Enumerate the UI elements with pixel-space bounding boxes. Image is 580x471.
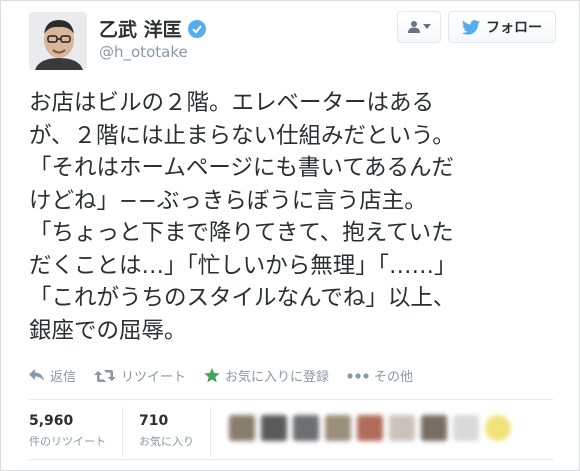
avatar-photo [29, 12, 87, 70]
user-actions-button[interactable] [397, 11, 441, 43]
user-avatar-thumb[interactable] [229, 415, 255, 441]
more-label: その他 [374, 370, 414, 385]
retweet-count: 5,960 [29, 413, 74, 429]
user-icon [408, 21, 420, 33]
tweet-text-line: お店はビルの２階。エレベーターはある [29, 90, 435, 116]
more-button[interactable]: その他 [347, 366, 413, 385]
favoriters-avatars [229, 415, 511, 441]
ellipsis-icon [347, 372, 369, 379]
user-avatar-thumb[interactable] [421, 415, 447, 441]
tweet-card: 乙武 洋匡 @h_ototake フォロー お店はビルの２階。エレベーターはある… [0, 0, 580, 471]
retweet-count-label: 件のリツイート [29, 435, 106, 448]
follow-button-label: フォロー [486, 20, 542, 36]
twitter-bird-icon [462, 19, 480, 35]
avatar[interactable] [29, 12, 87, 70]
favorite-label: お気に入りに登録 [225, 370, 330, 385]
follow-button[interactable]: フォロー [448, 11, 556, 43]
user-avatar-thumb[interactable] [453, 415, 479, 441]
user-handle[interactable]: @h_ototake [99, 43, 188, 61]
tweet-text-line: 「これがうちのスタイルなんでね」以上、 [29, 285, 456, 311]
favorite-count-label: お気に入り [139, 435, 194, 448]
user-name-row[interactable]: 乙武 洋匡 [99, 15, 206, 42]
user-name[interactable]: 乙武 洋匡 [99, 15, 182, 42]
user-avatar-thumb[interactable] [389, 415, 415, 441]
stats-top-divider [29, 399, 553, 400]
retweet-stat[interactable]: 5,960 件のリツイート [29, 407, 123, 457]
user-avatar-thumb[interactable] [293, 415, 319, 441]
favorite-count: 710 [139, 413, 169, 429]
tweet-text-line: が、２階には止まらない仕組みだという。 [29, 122, 455, 149]
tweet-text-line: けどね」−−ぶっきらぼうに言う店主。 [29, 187, 427, 214]
reply-label: 返信 [50, 370, 77, 385]
star-icon [204, 368, 220, 383]
retweet-icon [94, 369, 117, 382]
reply-arrow-icon [29, 369, 44, 381]
favorite-stat[interactable]: 710 お気に入り [139, 407, 211, 457]
tweet-stats: 5,960 件のリツイート 710 お気に入り [29, 407, 227, 457]
user-avatar-thumb[interactable] [325, 415, 351, 441]
tweet-actions: 返信 リツイート お気に入りに登録 その他 [29, 366, 413, 385]
retweet-label: リツイート [121, 370, 187, 385]
tweet-text-line: 「それはホームページにも書いてあるんだ [29, 155, 455, 181]
user-avatar-thumb[interactable] [485, 415, 511, 441]
user-avatar-thumb[interactable] [261, 415, 287, 441]
reply-button[interactable]: 返信 [29, 366, 76, 385]
user-avatar-thumb[interactable] [357, 415, 383, 441]
stats-bottom-divider [29, 459, 553, 460]
tweet-text: お店はビルの２階。エレベーターはある が、２階には止まらない仕組みだという。 「… [29, 87, 559, 347]
tweet-text-line: 「ちょっと下まで降りてきて、抱えていた [29, 220, 454, 246]
tweet-text-line: だくことは…」「忙しいから無理」「……」 [29, 252, 457, 279]
caret-down-icon [423, 24, 431, 29]
tweet-text-line: 銀座での屈辱。 [29, 317, 187, 344]
favorite-button[interactable]: お気に入りに登録 [204, 366, 329, 385]
verified-badge-icon [187, 19, 206, 38]
retweet-button[interactable]: リツイート [94, 366, 186, 385]
